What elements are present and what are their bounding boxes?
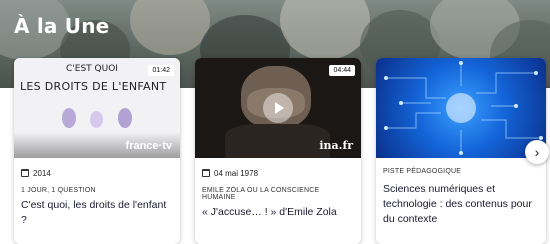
broadcaster-logo: ina.fr	[319, 139, 353, 152]
thumb-caption-line1: C'EST QUOI	[66, 64, 118, 74]
drawing-shape	[118, 108, 132, 128]
calendar-icon	[21, 169, 29, 177]
banner-crowd-shape	[280, 0, 370, 60]
carousel-next-button[interactable]: ›	[525, 140, 549, 164]
content-card[interactable]: 04:44 ina.fr 04 mai 1978 EMILE ZOLA OU L…	[195, 58, 361, 244]
chip-icon	[446, 93, 476, 123]
card-kicker: PISTE PÉDAGOGIQUE	[383, 168, 462, 175]
card-title[interactable]: Sciences numériques et technologie : des…	[383, 182, 539, 227]
duration-badge: 04:44	[329, 65, 355, 76]
drawing-shape	[62, 108, 76, 128]
card-thumbnail[interactable]	[376, 58, 546, 158]
play-icon[interactable]	[263, 93, 293, 123]
card-thumbnail[interactable]: 04:44 ina.fr	[195, 58, 361, 158]
content-card[interactable]: C'EST QUOI LES DROITS DE L'ENFANT 01:42 …	[14, 58, 180, 244]
card-title[interactable]: « J'accuse… ! » d'Emile Zola	[202, 205, 354, 220]
thumb-caption-line2: LES DROITS DE L'ENFANT	[20, 80, 167, 93]
date-row: 04 mai 1978	[202, 168, 354, 178]
date-row: 2014	[21, 168, 173, 178]
chevron-right-icon: ›	[534, 144, 540, 160]
card-date: 04 mai 1978	[214, 168, 259, 178]
card-date: 2014	[33, 168, 51, 178]
card-title[interactable]: C'est quoi, les droits de l'enfant ?	[21, 198, 173, 228]
broadcaster-logo: france·tv	[125, 140, 172, 152]
banner-crowd-shape	[130, 0, 210, 55]
section-title: À la Une	[14, 14, 110, 38]
card-kicker: 1 JOUR, 1 QUESTION	[21, 187, 96, 194]
duration-badge: 01:42	[148, 65, 174, 76]
portrait-body	[225, 124, 330, 158]
card-kicker: EMILE ZOLA OU LA CONSCIENCE HUMAINE	[202, 187, 320, 201]
calendar-icon	[202, 169, 210, 177]
content-card[interactable]: PISTE PÉDAGOGIQUE Sciences numériques et…	[376, 58, 546, 244]
card-thumbnail[interactable]: C'EST QUOI LES DROITS DE L'ENFANT 01:42 …	[14, 58, 180, 158]
drawing-shape	[90, 111, 103, 128]
